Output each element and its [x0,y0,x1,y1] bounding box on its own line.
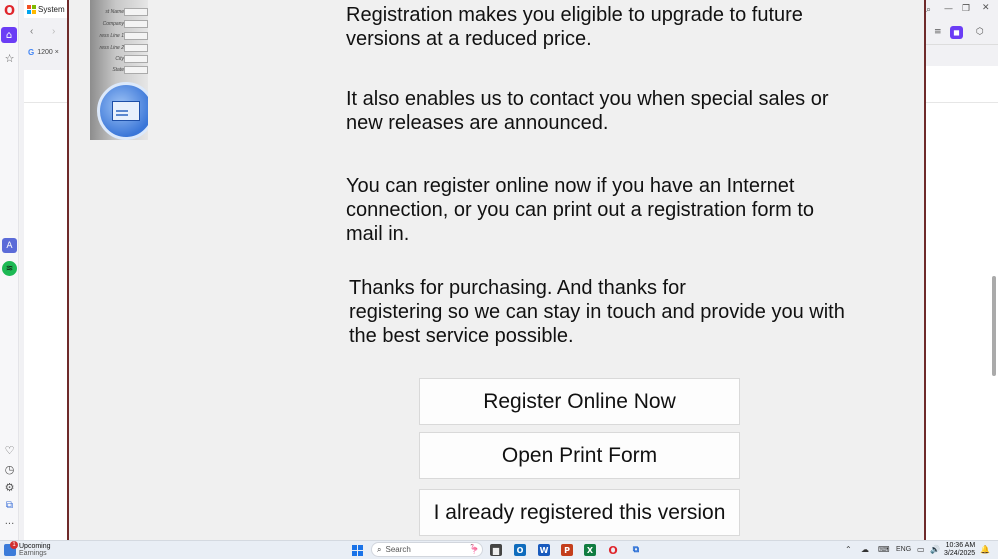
language-indicator[interactable]: ENG [896,546,911,553]
text-line: connection, or you can print out a regis… [346,199,815,221]
aria-ai-icon[interactable]: A [2,238,17,253]
file-explorer-icon[interactable]: ▆ [490,544,502,556]
clock-date: 3/24/2025 [944,550,976,557]
browser-left-strip: System d ‹ › G 1200 × [20,0,68,540]
extensions-icon[interactable]: ⧉ [2,498,17,513]
envelope-icon [112,101,140,121]
form-line [124,20,148,28]
text-line: new releases are announced. [346,112,609,134]
open-print-form-button[interactable]: Open Print Form [419,432,740,479]
form-line [124,55,148,63]
taskbar: 1 Upcoming Earnings ⌕ Search 🦩 ▆ O W P X… [0,540,998,559]
tray-overflow-chevron-icon[interactable]: ⌃ [845,545,852,554]
form-line [124,44,148,52]
browser-tab-title: System d [38,4,66,14]
notification-badge: 1 [10,541,18,549]
settings-gear-icon[interactable]: ⚙ [2,480,17,495]
profile-icon[interactable]: ◼ [950,26,963,39]
powerpoint-icon[interactable]: P [561,544,573,556]
opera-icon[interactable]: O [607,544,619,557]
history-clock-icon[interactable]: ◷ [2,462,17,477]
widgets-button[interactable]: 1 Upcoming Earnings [4,541,51,557]
stocks-icon: 1 [4,541,18,556]
display-icon[interactable]: ▭ [917,545,925,554]
clock-time: 10:36 AM [945,542,976,549]
more-options-icon[interactable]: ··· [2,517,17,532]
paragraph-register-options: You can register online now if you have … [346,174,814,246]
word-icon[interactable]: W [538,544,550,556]
form-line [124,32,148,40]
search-highlight-icon: 🦩 [468,544,480,554]
google-icon: G [28,48,35,57]
home-icon[interactable]: ⌂ [1,27,17,43]
spotify-icon[interactable]: ≋ [2,261,17,276]
register-online-button[interactable]: Register Online Now [419,378,740,425]
already-registered-button[interactable]: I already registered this version [419,489,740,536]
text-line: versions at a reduced price. [346,28,592,50]
keyboard-icon[interactable]: ⌨ [878,545,890,554]
search-placeholder: Search [385,545,411,554]
divider [926,44,998,45]
form-line [124,66,148,74]
excel-icon[interactable]: X [584,544,596,556]
search-icon[interactable]: ⌕ [926,5,931,15]
widget-subtitle: Earnings [19,550,47,557]
text-line: You can register online now if you have … [346,175,795,197]
restore-icon[interactable]: ❐ [962,4,970,14]
menu-icon[interactable]: ≡ [934,27,942,37]
taskbar-search-box[interactable]: ⌕ Search 🦩 [371,542,483,557]
heart-icon[interactable]: ♡ [2,443,17,458]
form-line [124,8,148,16]
bookmark-item[interactable]: G 1200 × [28,48,59,57]
paragraph-thanks: Thanks for purchasing. And thanks for re… [349,276,845,348]
widget-text: Upcoming Earnings [19,543,51,557]
form-label: State [112,67,124,73]
opera-sidebar: O ⌂ ☆ A ≋ ♡ ◷ ⚙ ⧉ ··· [0,0,19,540]
envelope-badge-icon [97,82,148,140]
volume-icon[interactable]: 🔊 [930,545,940,554]
widget-title: Upcoming [19,543,51,550]
registration-dialog: st Name Company ress Line 1 ress Line 2 … [67,0,926,540]
text-line: Thanks for purchasing. And thanks for [349,277,686,299]
close-icon[interactable]: ✕ [982,3,990,13]
start-windows-icon[interactable] [352,545,363,556]
text-line: the best service possible. [349,325,574,347]
extension-cube-icon[interactable]: ⬡ [976,27,984,37]
form-label: Company [102,21,124,27]
browser-tab[interactable]: System d [24,0,68,18]
divider [24,102,68,103]
form-label: City [115,56,124,62]
browser-right-strip: ⌕ — ❐ ✕ ≡ ◼ ⬡ [926,0,998,540]
text-line: Registration makes you eligible to upgra… [346,4,803,26]
left-page-content [24,70,68,540]
microsoft-logo-icon [27,4,36,14]
form-label: ress Line 1 [99,33,124,39]
text-line: registering so we can stay in touch and … [349,301,845,323]
text-line: mail in. [346,223,410,245]
divider [926,102,998,103]
bookmark-label: 1200 × [37,49,59,56]
forward-arrow-icon[interactable]: › [52,26,55,37]
snipping-tool-icon[interactable]: ⧉ [630,544,642,556]
paragraph-contact: It also enables us to contact you when s… [346,87,829,135]
scrollbar-thumb[interactable] [992,276,996,376]
registration-side-image: st Name Company ress Line 1 ress Line 2 … [90,0,148,140]
bookmark-star-icon[interactable]: ☆ [2,51,17,66]
onedrive-cloud-icon[interactable]: ☁ [861,545,869,554]
search-icon: ⌕ [377,544,382,554]
notification-bell-icon[interactable]: 🔔 [980,545,990,554]
opera-logo-icon[interactable]: O [2,4,17,19]
right-page-content [926,66,998,540]
form-label: st Name [105,9,124,15]
text-line: It also enables us to contact you when s… [346,88,829,110]
clock[interactable]: 10:36 AM 3/24/2025 [944,542,975,558]
outlook-icon[interactable]: O [514,544,526,556]
minimize-icon[interactable]: — [944,4,953,14]
back-arrow-icon[interactable]: ‹ [30,26,33,37]
paragraph-upgrade: Registration makes you eligible to upgra… [346,3,803,51]
form-label: ress Line 2 [99,45,124,51]
